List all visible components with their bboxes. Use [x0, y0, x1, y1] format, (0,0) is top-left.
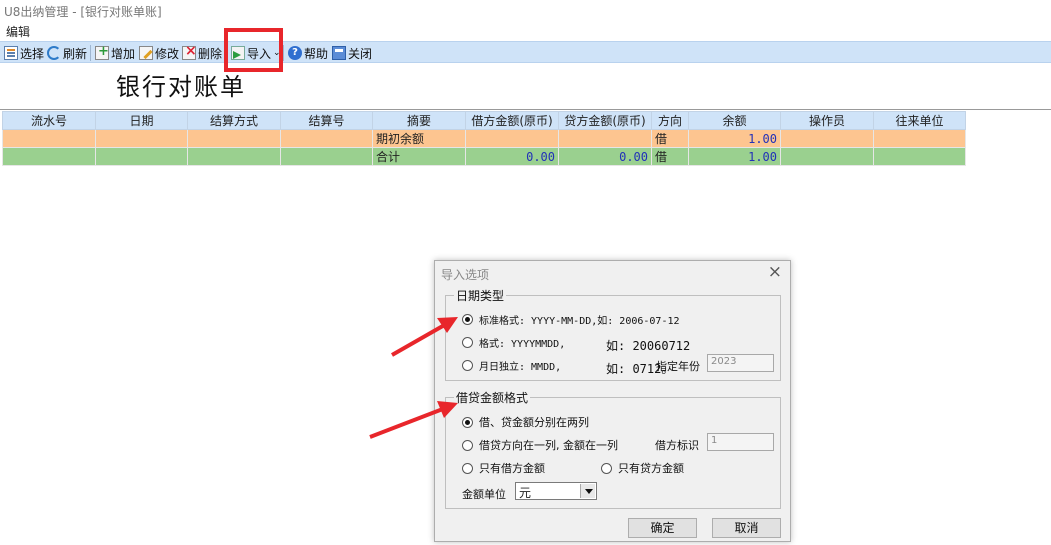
annotation-arrow: [391, 317, 458, 357]
annotation-arrows: [369, 317, 458, 439]
annotation-arrow: [369, 401, 458, 439]
